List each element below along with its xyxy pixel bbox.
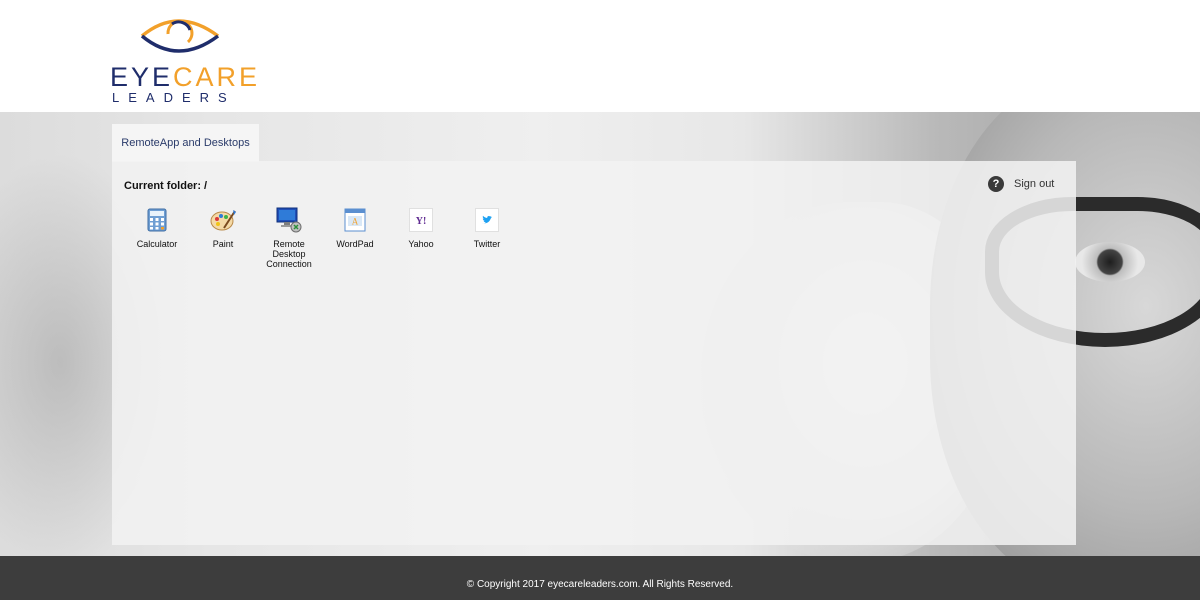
eyecare-leaders-logo[interactable]: EYECARE LEADERS bbox=[108, 12, 260, 105]
twitter-icon[interactable] bbox=[474, 207, 500, 233]
remoteapp-panel: Current folder: / ? Sign out Calculator bbox=[112, 161, 1076, 545]
tab-remoteapp-and-desktops[interactable]: RemoteApp and Desktops bbox=[112, 124, 259, 162]
paint-icon[interactable] bbox=[210, 207, 236, 233]
app-label[interactable]: Calculator bbox=[127, 239, 187, 249]
yahoo-icon[interactable]: Y! bbox=[408, 207, 434, 233]
app-calculator[interactable]: Calculator bbox=[124, 207, 190, 269]
copyright-text: © Copyright 2017 eyecareleaders.com. All… bbox=[466, 579, 734, 590]
app-label[interactable]: WordPad bbox=[325, 239, 385, 249]
page-footer: © Copyright 2017 eyecareleaders.com. All… bbox=[0, 556, 1200, 600]
app-remote-desktop-connection[interactable]: Remote Desktop Connection bbox=[256, 207, 322, 269]
svg-text:Y!: Y! bbox=[416, 216, 427, 227]
sign-out-label[interactable]: Sign out bbox=[1014, 178, 1054, 190]
logo-care-text: CARE bbox=[173, 62, 261, 92]
remote-desktop-icon[interactable] bbox=[276, 207, 302, 233]
app-paint[interactable]: Paint bbox=[190, 207, 256, 269]
logo-wordmark: EYECARE bbox=[110, 62, 260, 92]
app-label[interactable]: Paint bbox=[193, 239, 253, 249]
app-twitter[interactable]: Twitter bbox=[454, 207, 520, 269]
wordpad-icon[interactable]: A bbox=[342, 207, 368, 233]
app-label[interactable]: Remote Desktop Connection bbox=[259, 239, 319, 269]
app-yahoo[interactable]: Y! Yahoo bbox=[388, 207, 454, 269]
logo-eye-text: EYE bbox=[110, 62, 174, 92]
app-label[interactable]: Twitter bbox=[457, 239, 517, 249]
background-eye bbox=[1075, 242, 1145, 282]
logo-leaders-text: LEADERS bbox=[112, 90, 236, 105]
page-header: EYECARE LEADERS bbox=[0, 0, 1200, 112]
eye-logo-icon bbox=[140, 19, 220, 53]
app-label[interactable]: Yahoo bbox=[391, 239, 451, 249]
svg-text:A: A bbox=[352, 217, 359, 227]
app-list: Calculator Paint Remote Desktop Connecti… bbox=[124, 207, 520, 269]
calculator-icon[interactable] bbox=[144, 207, 170, 233]
current-folder-label: Current folder: / bbox=[124, 180, 208, 192]
help-icon[interactable]: ? bbox=[988, 176, 1004, 192]
app-wordpad[interactable]: A WordPad bbox=[322, 207, 388, 269]
sign-out-button[interactable]: ? Sign out bbox=[988, 176, 1054, 192]
